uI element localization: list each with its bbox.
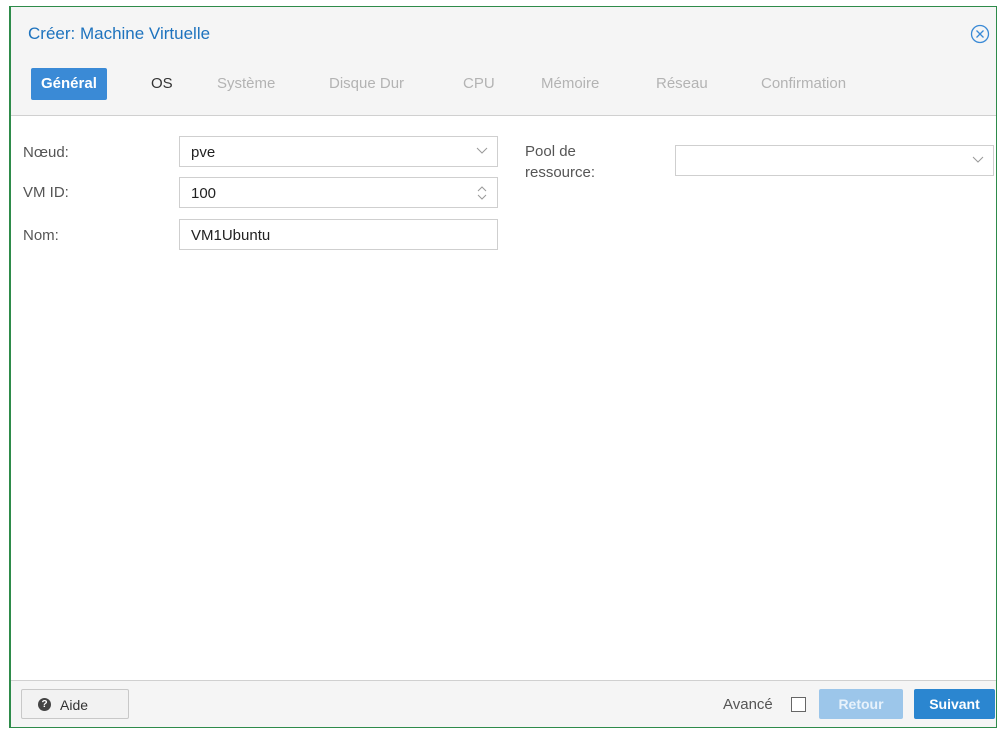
close-icon[interactable]: [970, 24, 990, 44]
vmid-label: VM ID:: [23, 184, 69, 201]
node-select[interactable]: pve: [179, 136, 498, 167]
tab-general[interactable]: Général: [31, 68, 107, 100]
tab-os[interactable]: OS: [151, 68, 173, 100]
chevron-down-icon[interactable]: [972, 152, 984, 164]
vmid-spinner[interactable]: 100: [179, 177, 498, 208]
tab-disque-dur[interactable]: Disque Dur: [329, 68, 404, 100]
pool-select[interactable]: [675, 145, 994, 176]
name-value: VM1Ubuntu: [191, 227, 271, 244]
tab-confirmation[interactable]: Confirmation: [761, 68, 846, 100]
spinner-icon[interactable]: [476, 183, 488, 203]
dialog-titlebar: Créer: Machine Virtuelle: [11, 7, 996, 61]
advanced-label: Avancé: [723, 696, 773, 713]
create-vm-dialog: Créer: Machine Virtuelle Général OS Syst…: [9, 6, 997, 728]
name-label: Nom:: [23, 227, 59, 244]
tab-systeme[interactable]: Système: [217, 68, 275, 100]
tab-memoire[interactable]: Mémoire: [541, 68, 599, 100]
node-value: pve: [191, 144, 216, 161]
tab-reseau[interactable]: Réseau: [656, 68, 708, 100]
back-button[interactable]: Retour: [819, 689, 903, 719]
question-circle-icon: ?: [38, 698, 51, 711]
dialog-title: Créer: Machine Virtuelle: [28, 24, 211, 43]
pool-label-line2: ressource:: [525, 164, 596, 181]
dialog-footer: ? Aide Avancé Retour Suivant: [11, 679, 996, 729]
tab-cpu[interactable]: CPU: [463, 68, 495, 100]
wizard-tabbar: Général OS Système Disque Dur CPU Mémoir…: [11, 65, 996, 107]
help-button[interactable]: ? Aide: [21, 689, 129, 719]
next-button[interactable]: Suivant: [914, 689, 995, 719]
node-label: Nœud:: [23, 144, 69, 161]
vmid-value: 100: [191, 185, 217, 202]
help-label: Aide: [60, 697, 89, 713]
chevron-down-icon[interactable]: [476, 143, 488, 155]
name-input[interactable]: VM1Ubuntu: [179, 219, 498, 250]
pool-label-line1: Pool de: [525, 143, 576, 160]
general-panel: Nœud: pve VM ID: 100 Nom: VM1Ubuntu Pool…: [11, 115, 996, 681]
advanced-checkbox[interactable]: [791, 697, 806, 712]
